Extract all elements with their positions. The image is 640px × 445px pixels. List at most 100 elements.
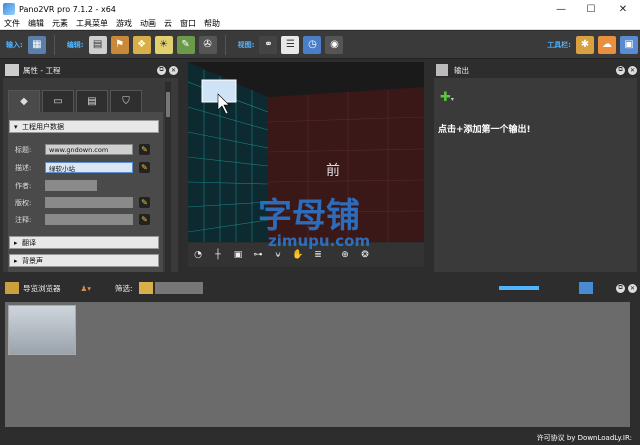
title-label: 标题: — [15, 145, 32, 154]
notepad-icon[interactable]: ☰ — [281, 35, 300, 54]
copyright-field-row: 版权: ✎ — [15, 197, 150, 208]
properties-scrollbar[interactable] — [165, 82, 171, 272]
tab-project[interactable]: ◆ — [8, 90, 40, 112]
window-title: Pano2VR pro 7.1.2 - x64 — [19, 4, 116, 14]
output-panel: ✚▾ 点击+添加第一个输出! — [434, 78, 637, 272]
author-label: 作者: — [15, 181, 32, 190]
menu-animation[interactable]: 动画 — [136, 18, 160, 29]
menu-tools[interactable]: 工具菜单 — [72, 18, 112, 29]
menu-bar: 文件 编辑 元素 工具菜单 游戏 动画 云 窗口 帮助 — [0, 18, 640, 30]
close-panel-icon[interactable]: ✕ — [169, 65, 178, 75]
background-sound-section[interactable]: ▸ 背景声 — [9, 254, 159, 267]
app-icon — [3, 3, 15, 15]
float-icon[interactable]: ⧉ — [616, 65, 625, 75]
float-icon[interactable]: ⧉ — [616, 283, 625, 293]
output-header: 输出 ⧉ ✕ — [434, 62, 637, 78]
frame-icon[interactable]: ▣ — [231, 248, 245, 262]
main-toolbar: 输入: ▦ 编辑: ▤ ⚑ ❖ ☀ ✎ ✇ 视图: ⚭ ☰ ◷ ◉ 工具栏: ✱… — [0, 31, 640, 59]
status-bar: 许可协议 by DownLoadLy.IR: — [0, 431, 640, 445]
tab-tour-start[interactable]: ⛉ — [110, 90, 142, 112]
add-output-hint: 点击+添加第一个输出! — [438, 125, 531, 135]
minimize-button[interactable]: — — [546, 0, 576, 18]
viewing-parameters-icon[interactable]: ▤ — [88, 35, 107, 54]
target-icon[interactable]: ⊕ — [338, 248, 352, 262]
copyright-label: 版权: — [15, 198, 32, 207]
hand-icon[interactable]: ✋ — [291, 248, 305, 262]
menu-edit[interactable]: 编辑 — [24, 18, 48, 29]
pencil-icon[interactable]: ✎ — [139, 214, 150, 225]
toolbars-label: 工具栏: — [547, 40, 571, 49]
edit-label: 编辑: — [66, 40, 84, 49]
description-label: 描述: — [15, 163, 32, 172]
user-icon[interactable]: ♟▾ — [81, 284, 92, 293]
tab-user-data[interactable]: ▤ — [76, 90, 108, 112]
view-label: 视图: — [237, 40, 255, 49]
eye-icon[interactable]: ◉ — [325, 35, 344, 54]
clock-icon[interactable]: ◷ — [303, 35, 322, 54]
cloud-icon[interactable]: ☁ — [598, 35, 616, 54]
close-panel-icon[interactable]: ✕ — [628, 65, 637, 75]
properties-header: 属性 - 工程 ⧉ ✕ — [3, 62, 178, 78]
output-icon — [436, 64, 448, 76]
menu-tour[interactable]: 游戏 — [112, 18, 136, 29]
tag-icon[interactable] — [138, 282, 153, 294]
properties-tabs: ◆ ▭ ▤ ⛉ — [8, 90, 144, 112]
pencil-icon[interactable]: ✎ — [139, 197, 150, 208]
thumbnail-size-slider[interactable] — [499, 286, 539, 290]
filter-dropdown[interactable] — [154, 282, 203, 294]
background-sound-section-label: 背景声 — [21, 256, 43, 265]
media-icon[interactable]: ❖ — [132, 35, 151, 54]
scroll-thumb[interactable] — [166, 92, 170, 117]
patch-icon[interactable]: ⚑ — [110, 35, 129, 54]
user-data-section[interactable]: ▾ 工程用户数据 — [9, 120, 159, 133]
maximize-button[interactable]: ☐ — [576, 0, 606, 18]
properties-panel: ◆ ▭ ▤ ⛉ ▾ 工程用户数据 标题: www.gndown.com ✎ 描述… — [3, 78, 178, 272]
color-icon[interactable]: ❂ — [358, 248, 372, 262]
title-field[interactable]: www.gndown.com — [45, 144, 133, 155]
tour-browser-header: 导览浏览器 ♟▾ 筛选: ⧉ ✕ — [3, 280, 637, 296]
tour-browser-icon — [5, 282, 19, 294]
add-output-button[interactable]: ✚▾ — [440, 90, 454, 105]
gallery-icon[interactable]: ▣ — [620, 35, 638, 54]
lighting-icon[interactable]: ☀ — [154, 35, 173, 54]
panorama-node-thumbnail[interactable] — [8, 305, 76, 355]
close-button[interactable]: ✕ — [606, 0, 640, 18]
binoculars-icon[interactable]: ⚭ — [259, 35, 278, 54]
description-field-row: 描述: 绿软小站 ✎ — [15, 162, 150, 173]
animation-icon[interactable]: ✇ — [198, 35, 217, 54]
tab-display[interactable]: ▭ — [42, 90, 74, 112]
menu-window[interactable]: 窗口 — [176, 18, 200, 29]
comment-field-row: 注释: ✎ — [15, 214, 150, 225]
close-panel-icon[interactable]: ✕ — [628, 283, 637, 293]
copyright-field[interactable] — [45, 197, 133, 208]
comment-field[interactable] — [45, 214, 133, 225]
ruler-icon[interactable]: ⊶ — [251, 248, 265, 262]
output-title: 输出 — [454, 65, 469, 75]
map-icon[interactable]: ✎ — [176, 35, 195, 54]
level-icon[interactable]: ⍱ — [271, 248, 285, 262]
pencil-icon[interactable]: ✎ — [139, 162, 150, 173]
author-field[interactable] — [45, 180, 97, 191]
translation-section[interactable]: ▸ 翻译 — [9, 236, 159, 249]
tour-browser-area[interactable] — [5, 302, 630, 427]
filter-label: 筛选: — [115, 283, 133, 293]
thumbnail-view-icon[interactable] — [579, 282, 593, 294]
menu-file[interactable]: 文件 — [0, 18, 24, 29]
face-label: 前 — [326, 163, 340, 179]
layers-icon[interactable]: ≣ — [311, 248, 325, 262]
menu-element[interactable]: 元素 — [48, 18, 72, 29]
crosshair-icon[interactable]: ┼ — [211, 248, 225, 262]
watermark-en: zimupu.com — [268, 232, 371, 250]
compass-icon[interactable]: ◔ — [191, 248, 205, 262]
toolbar-separator — [53, 34, 55, 55]
menu-cloud[interactable]: 云 — [160, 18, 176, 29]
description-field[interactable]: 绿软小站 — [45, 162, 133, 173]
user-data-section-label: 工程用户数据 — [21, 122, 64, 131]
float-icon[interactable]: ⧉ — [157, 65, 166, 75]
add-panorama-icon[interactable]: ▦ — [27, 35, 46, 54]
pencil-icon[interactable]: ✎ — [139, 144, 150, 155]
menu-help[interactable]: 帮助 — [200, 18, 224, 29]
watermark-cn: 字母铺 — [258, 196, 360, 236]
title-field-row: 标题: www.gndown.com ✎ — [15, 144, 150, 155]
skin-editor-icon[interactable]: ✱ — [576, 35, 594, 54]
